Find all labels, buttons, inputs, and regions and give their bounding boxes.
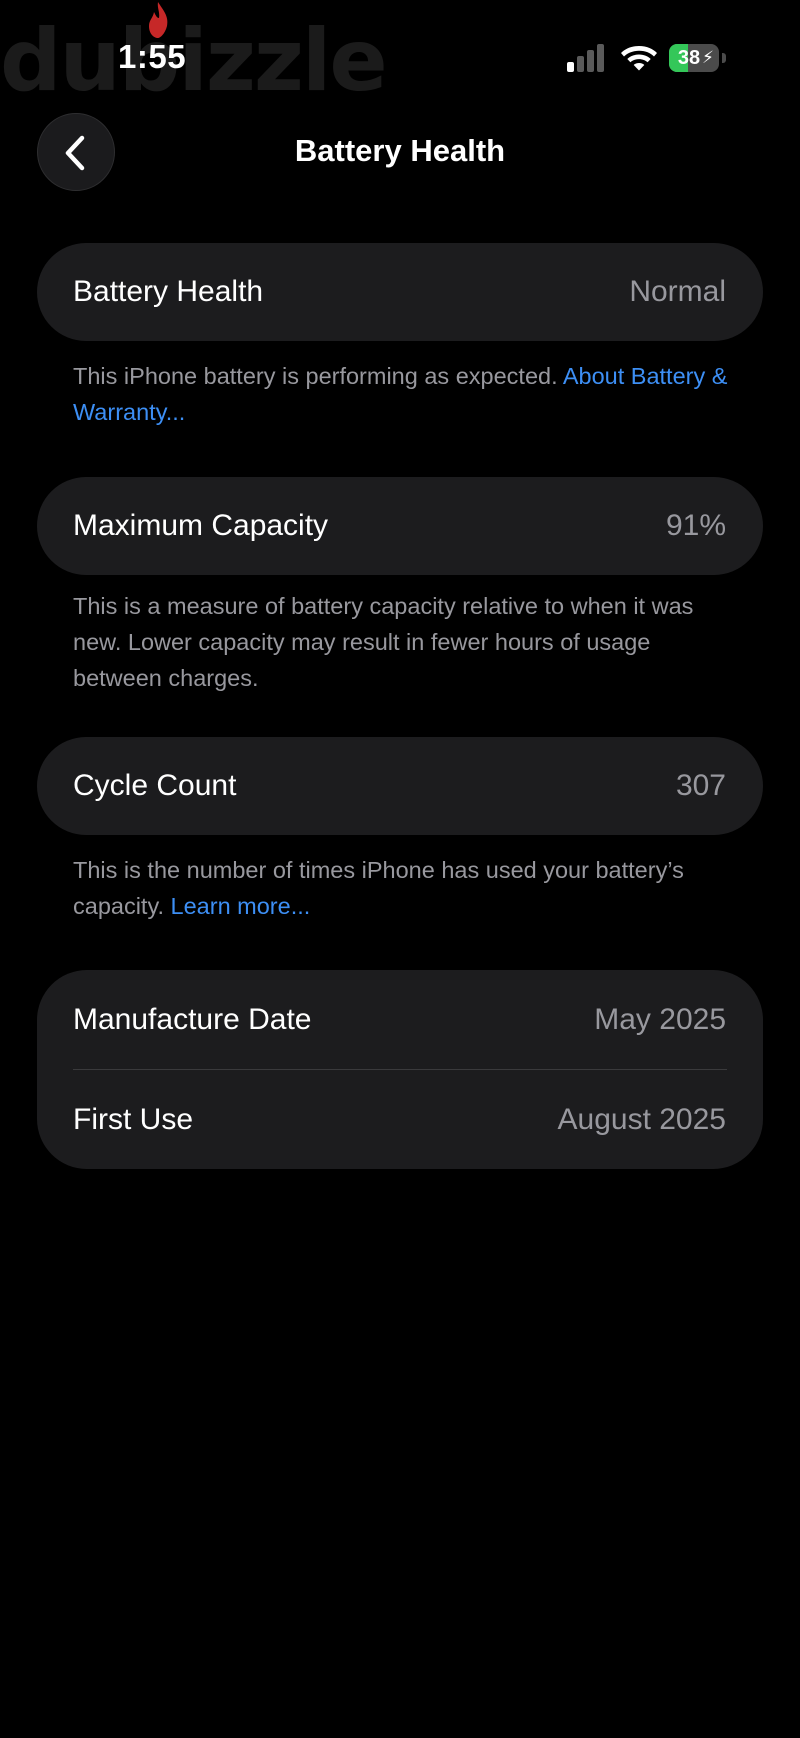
status-time: 1:55 <box>118 38 187 75</box>
cellular-signal-icon <box>567 44 604 72</box>
manufacture-date-value: May 2025 <box>594 1003 726 1036</box>
maximum-capacity-description: This is a measure of battery capacity re… <box>73 593 694 691</box>
battery-icon: 38 ⚡︎ <box>669 44 729 72</box>
cycle-count-card: Cycle Count 307 <box>37 737 763 835</box>
battery-health-row: Battery Health Normal <box>37 243 763 341</box>
page-title: Battery Health <box>294 133 506 168</box>
battery-health-value: Normal <box>629 275 726 308</box>
cycle-count-description: This is the number of times iPhone has u… <box>73 857 684 919</box>
status-bar: 1:55 38 ⚡︎ <box>0 0 800 110</box>
learn-more-link[interactable]: Learn more... <box>171 893 311 919</box>
maximum-capacity-caption: This is a measure of battery capacity re… <box>73 588 733 696</box>
first-use-value: August 2025 <box>557 1103 726 1136</box>
battery-health-caption: This iPhone battery is performing as exp… <box>73 358 733 430</box>
maximum-capacity-row: Maximum Capacity 91% <box>37 477 763 575</box>
first-use-label: First Use <box>73 1103 193 1136</box>
cycle-count-value: 307 <box>675 769 726 802</box>
cycle-count-label: Cycle Count <box>73 769 237 802</box>
battery-cap <box>722 53 726 63</box>
cycle-count-row: Cycle Count 307 <box>37 737 763 835</box>
battery-health-card: Battery Health Normal <box>37 243 763 341</box>
battery-body: 38 ⚡︎ <box>669 44 719 72</box>
battery-health-description: This iPhone battery is performing as exp… <box>73 363 558 389</box>
maximum-capacity-value: 91% <box>665 509 726 542</box>
first-use-row: First Use August 2025 <box>37 1070 763 1169</box>
battery-dates-card: Manufacture Date May 2025 First Use Augu… <box>37 970 763 1169</box>
charging-bolt-icon: ⚡︎ <box>702 48 714 67</box>
manufacture-date-label: Manufacture Date <box>73 1003 312 1036</box>
manufacture-date-row: Manufacture Date May 2025 <box>37 970 763 1070</box>
cycle-count-caption: This is the number of times iPhone has u… <box>73 852 733 924</box>
wifi-icon <box>621 46 657 71</box>
maximum-capacity-card: Maximum Capacity 91% <box>37 477 763 575</box>
maximum-capacity-label: Maximum Capacity <box>73 509 329 542</box>
battery-health-label: Battery Health <box>73 275 264 308</box>
